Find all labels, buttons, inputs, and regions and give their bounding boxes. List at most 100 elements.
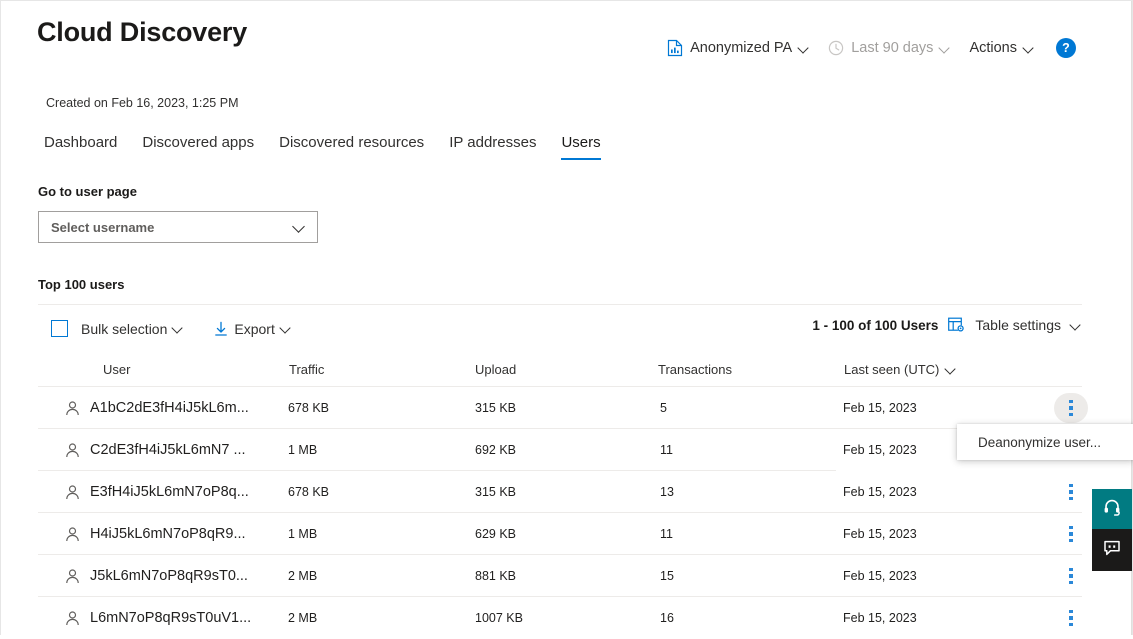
cell-last-seen: Feb 15, 2023 xyxy=(843,569,917,583)
column-header-upload[interactable]: Upload xyxy=(475,362,516,377)
more-vertical-icon xyxy=(1069,567,1073,585)
row-actions-button[interactable] xyxy=(1054,603,1088,633)
download-icon xyxy=(214,321,228,337)
chevron-down-icon xyxy=(1024,43,1035,54)
clock-icon xyxy=(828,40,844,56)
support-button[interactable] xyxy=(1092,489,1132,529)
cell-user: L6mN7oP8qR9sT0uV1... xyxy=(64,597,251,639)
page-title: Cloud Discovery xyxy=(37,17,248,47)
headset-icon xyxy=(1102,497,1122,522)
cell-last-seen: Feb 15, 2023 xyxy=(843,485,917,499)
tab-dashboard[interactable]: Dashboard xyxy=(44,134,117,160)
table-toolbar-left: Bulk selection Export xyxy=(43,317,300,340)
cell-user-label: E3fH4iJ5kL6mN7oP8q... xyxy=(90,484,249,500)
report-selector[interactable]: Anonymized PA xyxy=(658,35,819,61)
time-period-label: Last 90 days xyxy=(851,40,934,56)
row-actions-button[interactable] xyxy=(1054,477,1088,507)
chevron-down-icon xyxy=(281,323,292,334)
cell-transactions: 5 xyxy=(660,401,667,415)
column-header-last-seen-label: Last seen (UTC) xyxy=(844,362,940,377)
cell-transactions: 11 xyxy=(660,443,673,457)
header-toolbar: Anonymized PA Last 90 days Actions ? xyxy=(658,35,1076,61)
cell-traffic: 1 MB xyxy=(288,443,318,457)
cell-user: H4iJ5kL6mN7oP8qR9... xyxy=(64,513,246,555)
cell-transactions: 13 xyxy=(660,485,674,499)
bulk-selection-checkbox[interactable] xyxy=(51,320,68,337)
username-select[interactable]: Select username xyxy=(38,211,318,243)
chevron-down-icon xyxy=(799,43,810,54)
more-vertical-icon xyxy=(1069,609,1073,627)
table-row[interactable]: A1bC2dE3fH4iJ5kL6m... 678 KB 315 KB 5 Fe… xyxy=(38,387,1088,429)
bulk-selection-label: Bulk selection xyxy=(81,320,168,337)
help-icon[interactable]: ? xyxy=(1056,38,1076,58)
table-row[interactable]: C2dE3fH4iJ5kL6mN7 ... 1 MB 692 KB 11 Feb… xyxy=(38,429,1082,471)
cell-user-label: C2dE3fH4iJ5kL6mN7 ... xyxy=(90,442,246,458)
cell-last-seen: Feb 15, 2023 xyxy=(843,443,917,457)
table-settings-button[interactable]: Table settings xyxy=(975,317,1061,333)
person-icon xyxy=(64,484,81,501)
created-timestamp: Created on Feb 16, 2023, 1:25 PM xyxy=(46,96,239,110)
row-actions-button[interactable] xyxy=(1054,561,1088,591)
column-header-traffic[interactable]: Traffic xyxy=(289,362,324,377)
username-select-placeholder: Select username xyxy=(51,219,155,235)
toolbar-top-divider xyxy=(38,304,1082,305)
chevron-down-icon[interactable] xyxy=(1071,320,1082,331)
table-row[interactable]: L6mN7oP8qR9sT0uV1... 2 MB 1007 KB 16 Feb… xyxy=(38,597,1082,639)
cell-upload: 629 KB xyxy=(475,527,517,541)
cell-user: A1bC2dE3fH4iJ5kL6m... xyxy=(64,387,249,429)
actions-menu[interactable]: Actions xyxy=(960,36,1044,60)
cell-transactions: 11 xyxy=(660,527,673,541)
report-chart-icon xyxy=(667,39,683,57)
chevron-down-icon xyxy=(173,323,184,334)
cell-transactions: 16 xyxy=(660,611,674,625)
sort-chevron-down-icon xyxy=(946,364,957,375)
bulk-selection-button[interactable]: Bulk selection xyxy=(43,317,192,340)
cell-traffic: 2 MB xyxy=(288,611,318,625)
table-row[interactable]: E3fH4iJ5kL6mN7oP8q... 678 KB 315 KB 13 F… xyxy=(38,471,1082,513)
column-header-user[interactable]: User xyxy=(103,362,130,377)
row-actions-button[interactable] xyxy=(1054,393,1088,423)
person-icon xyxy=(64,442,81,459)
tab-bar: Dashboard Discovered apps Discovered res… xyxy=(44,134,601,160)
cell-user-label: A1bC2dE3fH4iJ5kL6m... xyxy=(90,400,249,416)
cell-user: E3fH4iJ5kL6mN7oP8q... xyxy=(64,471,249,513)
table-row[interactable]: H4iJ5kL6mN7oP8qR9... 1 MB 629 KB 11 Feb … xyxy=(38,513,1082,555)
column-header-last-seen[interactable]: Last seen (UTC) xyxy=(844,362,957,377)
tab-ip-addresses[interactable]: IP addresses xyxy=(449,134,536,160)
more-vertical-icon xyxy=(1069,483,1073,501)
export-button[interactable]: Export xyxy=(206,318,299,340)
feedback-button[interactable] xyxy=(1092,529,1132,571)
chevron-down-icon xyxy=(940,43,951,54)
row-actions-button[interactable] xyxy=(1054,519,1088,549)
more-vertical-icon xyxy=(1069,525,1073,543)
row-context-menu: Deanonymize user... xyxy=(957,424,1133,460)
cell-user-label: J5kL6mN7oP8qR9sT0... xyxy=(90,568,248,584)
cell-upload: 1007 KB xyxy=(475,611,523,625)
results-count: 1 - 100 of 100 Users xyxy=(812,317,939,333)
time-period-selector[interactable]: Last 90 days xyxy=(819,36,960,60)
floating-action-buttons xyxy=(1092,489,1132,571)
cell-user-label: L6mN7oP8qR9sT0uV1... xyxy=(90,610,252,626)
tab-users[interactable]: Users xyxy=(561,134,601,160)
cell-upload: 315 KB xyxy=(475,485,517,499)
tab-discovered-apps[interactable]: Discovered apps xyxy=(142,134,254,160)
column-header-transactions[interactable]: Transactions xyxy=(658,362,732,377)
person-icon xyxy=(64,610,81,627)
cell-last-seen: Feb 15, 2023 xyxy=(843,527,917,541)
more-vertical-icon xyxy=(1069,399,1073,417)
chevron-down-icon xyxy=(294,221,307,234)
top-users-title: Top 100 users xyxy=(38,277,125,292)
cloud-discovery-page: Cloud Discovery Anonymized PA Last 90 da… xyxy=(1,1,1133,635)
tab-discovered-resources[interactable]: Discovered resources xyxy=(279,134,424,160)
cell-traffic: 2 MB xyxy=(288,569,318,583)
menu-item-deanonymize-user[interactable]: Deanonymize user... xyxy=(957,435,1101,450)
cell-user: J5kL6mN7oP8qR9sT0... xyxy=(64,555,248,597)
speech-bubble-icon xyxy=(1102,538,1122,563)
cell-user: C2dE3fH4iJ5kL6mN7 ... xyxy=(64,429,246,471)
cell-user-label: H4iJ5kL6mN7oP8qR9... xyxy=(90,526,246,542)
table-row[interactable]: J5kL6mN7oP8qR9sT0... 2 MB 881 KB 15 Feb … xyxy=(38,555,1082,597)
cell-upload: 692 KB xyxy=(475,443,517,457)
cell-traffic: 678 KB xyxy=(288,401,330,415)
cell-upload: 881 KB xyxy=(475,569,517,583)
person-icon xyxy=(64,568,81,585)
